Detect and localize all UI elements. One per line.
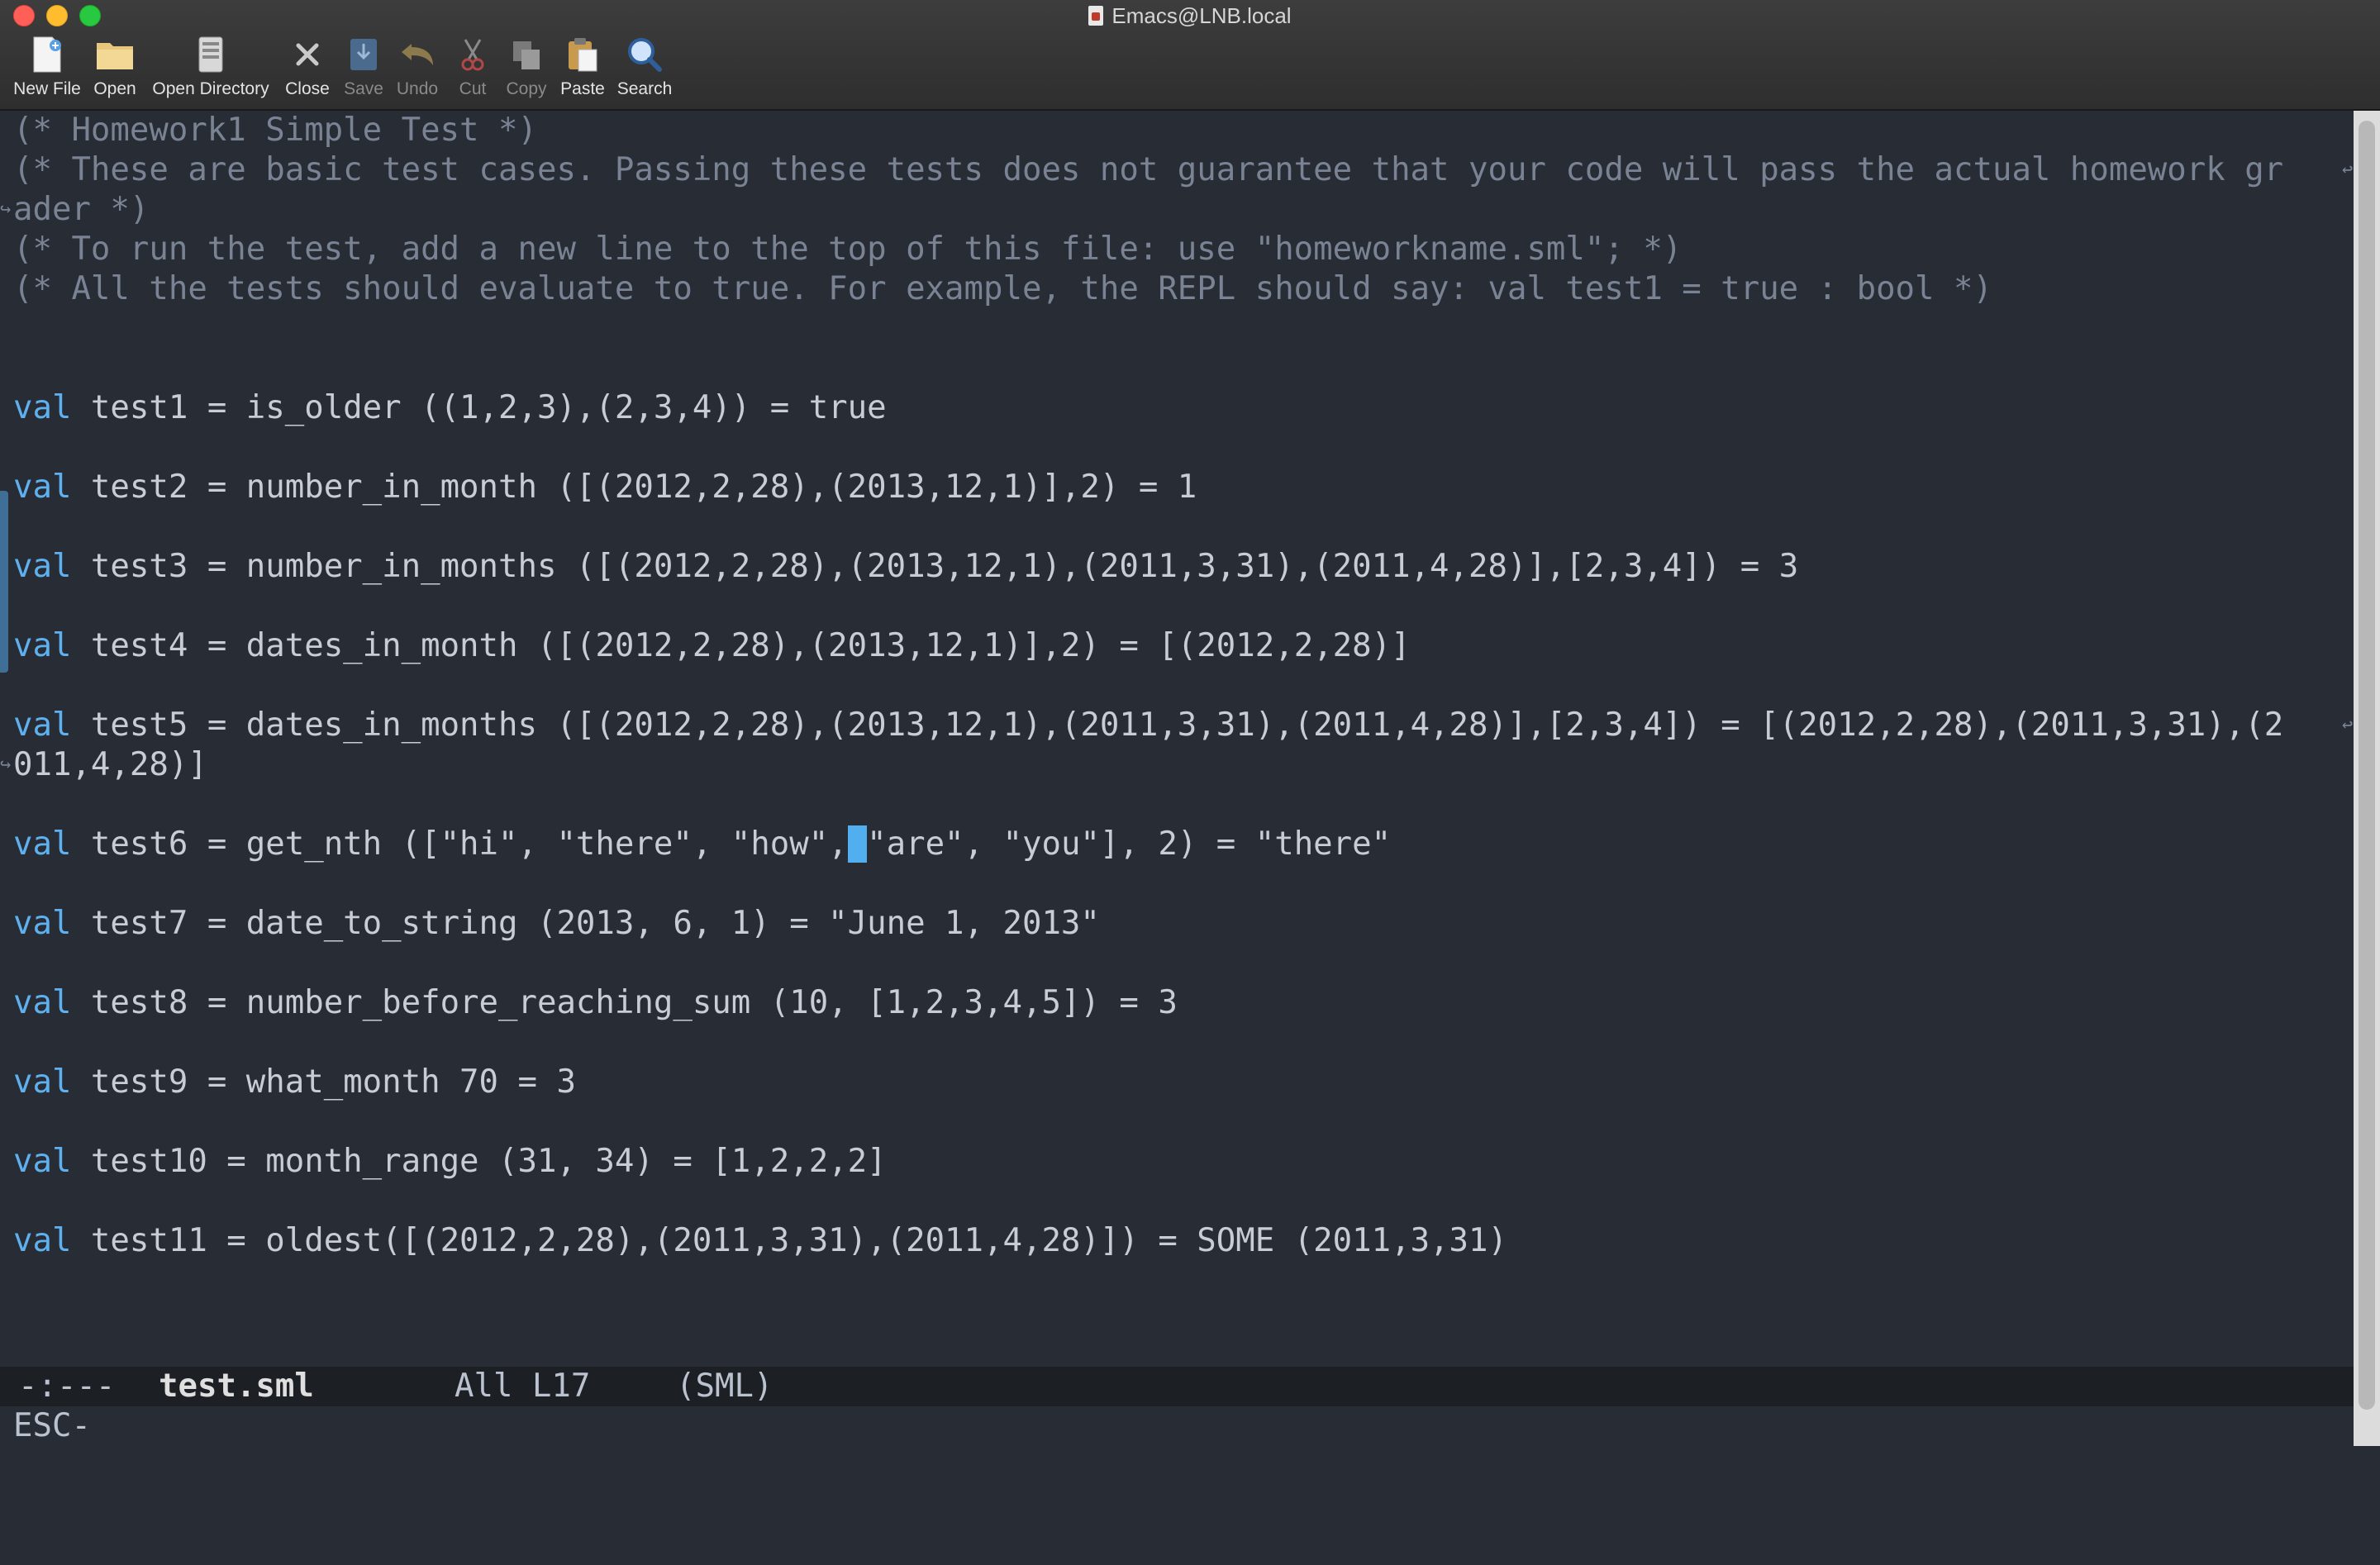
save-label: Save (344, 79, 383, 98)
modeline-buffer-name[interactable]: test.sml (159, 1367, 314, 1406)
undo-icon (396, 33, 439, 76)
code-text: test6 = get_nth (["hi", "there", "how", (71, 825, 848, 863)
minibuffer[interactable]: ESC- (0, 1406, 2354, 1446)
window-chrome: Emacs@LNB.local New File Open Open Direc… (0, 0, 2380, 111)
code-line-test7: val test7 = date_to_string (2013, 6, 1) … (13, 904, 1100, 944)
code-line-test5-continuation: 011,4,28)] (13, 745, 207, 785)
code-text: test10 = month_range (31, 34) = [1,2,2,2… (71, 1143, 887, 1180)
undo-label: Undo (396, 79, 439, 98)
keyword-val: val (13, 389, 72, 426)
cut-label: Cut (459, 79, 487, 98)
close-label: Close (285, 79, 330, 98)
paste-button[interactable]: Paste (557, 33, 608, 106)
open-label: Open (93, 79, 136, 98)
comment-line: (* All the tests should evaluate to true… (13, 270, 1992, 307)
code-line-test5: val test5 = dates_in_months ([(2012,2,28… (13, 706, 2283, 745)
fringe-indicator (0, 491, 8, 673)
comment-line: ader *) (13, 191, 150, 228)
wrap-arrow-icon: ↩ (2342, 715, 2354, 735)
title-bar: Emacs@LNB.local (0, 0, 2380, 31)
code-line-test10: val test10 = month_range (31, 34) = [1,2… (13, 1142, 887, 1182)
new-file-label: New File (13, 79, 81, 98)
cut-button[interactable]: Cut (450, 33, 496, 106)
search-button[interactable]: Search (615, 33, 674, 106)
toolbar: New File Open Open Directory Close Save … (0, 33, 727, 107)
paste-icon (561, 33, 604, 76)
close-button[interactable]: Close (281, 33, 334, 106)
minibuffer-text: ESC- (13, 1407, 91, 1444)
folder-icon (93, 33, 136, 76)
code-text: test1 = is_older ((1,2,3),(2,3,4)) = tru… (71, 389, 887, 426)
keyword-val: val (13, 627, 72, 664)
code-text: test8 = number_before_reaching_sum (10, … (71, 984, 1178, 1021)
code-text: 011,4,28)] (13, 746, 207, 783)
modeline-major-mode[interactable]: (SML) (676, 1367, 773, 1406)
paste-label: Paste (560, 79, 605, 98)
code-text: test7 = date_to_string (2013, 6, 1) = "J… (71, 905, 1100, 942)
keyword-val: val (13, 706, 72, 744)
keyword-val: val (13, 825, 72, 863)
copy-icon (505, 33, 548, 76)
code-line-test3: val test3 = number_in_months ([(2012,2,2… (13, 547, 1798, 587)
text-cursor (847, 825, 868, 863)
open-directory-label: Open Directory (152, 79, 269, 98)
code-text: test5 = dates_in_months ([(2012,2,28),(2… (71, 706, 2284, 744)
code-line-test6: val test6 = get_nth (["hi", "there", "ho… (13, 825, 1391, 864)
undo-button[interactable]: Undo (392, 33, 443, 106)
keyword-val: val (13, 548, 72, 585)
save-button[interactable]: Save (340, 33, 387, 106)
comment-line: (* Homework1 Simple Test *) (13, 112, 537, 149)
keyword-val: val (13, 984, 72, 1021)
copy-label: Copy (506, 79, 547, 98)
code-text: test11 = oldest([(2012,2,28),(2011,3,31)… (71, 1222, 1507, 1259)
code-text: test9 = what_month 70 = 3 (71, 1063, 576, 1101)
magnifier-icon (623, 33, 666, 76)
keyword-val: val (13, 1063, 72, 1101)
continuation-arrow-icon: ↪ (0, 754, 12, 775)
new-file-button[interactable]: New File (12, 33, 83, 106)
comment-line: (* These are basic test cases. Passing t… (13, 151, 2284, 188)
modeline-status: -:--- (18, 1368, 116, 1405)
keyword-val: val (13, 905, 72, 942)
close-x-icon (286, 33, 329, 76)
open-directory-button[interactable]: Open Directory (149, 33, 273, 106)
editor-buffer[interactable]: (* Homework1 Simple Test *) (* These are… (0, 111, 2354, 1367)
code-text: test3 = number_in_months ([(2012,2,28),(… (71, 548, 1799, 585)
continuation-arrow-icon: ↪ (0, 199, 12, 220)
keyword-val: val (13, 469, 72, 506)
save-icon (342, 33, 385, 76)
vertical-scrollbar[interactable] (2354, 111, 2380, 1446)
mode-line: -:--- test.sml All L17 (SML) (0, 1367, 2354, 1406)
open-button[interactable]: Open (89, 33, 140, 106)
comment-line: (* To run the test, add a new line to th… (13, 231, 1683, 268)
code-text: test4 = dates_in_month ([(2012,2,28),(20… (71, 627, 1411, 664)
keyword-val: val (13, 1222, 72, 1259)
window-title: Emacs@LNB.local (1111, 2, 1292, 28)
directory-icon (189, 33, 232, 76)
code-line-test2: val test2 = number_in_month ([(2012,2,28… (13, 468, 1197, 507)
code-text: test2 = number_in_month ([(2012,2,28),(2… (71, 469, 1197, 506)
document-icon (1088, 6, 1104, 26)
keyword-val: val (13, 1143, 72, 1180)
code-text: "are", "you"], 2) = "there" (867, 825, 1392, 863)
copy-button[interactable]: Copy (501, 33, 552, 106)
new-file-icon (26, 33, 69, 76)
search-label: Search (616, 79, 673, 98)
code-line-test1: val test1 = is_older ((1,2,3),(2,3,4)) =… (13, 388, 887, 428)
code-line-test11: val test11 = oldest([(2012,2,28),(2011,3… (13, 1221, 1507, 1261)
scrollbar-thumb[interactable] (2359, 121, 2375, 1410)
code-line-test4: val test4 = dates_in_month ([(2012,2,28)… (13, 626, 1411, 666)
modeline-position: All L17 (455, 1368, 591, 1405)
scissors-icon (451, 33, 494, 76)
code-line-test9: val test9 = what_month 70 = 3 (13, 1063, 576, 1102)
wrap-arrow-icon: ↩ (2342, 159, 2354, 180)
code-line-test8: val test8 = number_before_reaching_sum (… (13, 983, 1178, 1023)
